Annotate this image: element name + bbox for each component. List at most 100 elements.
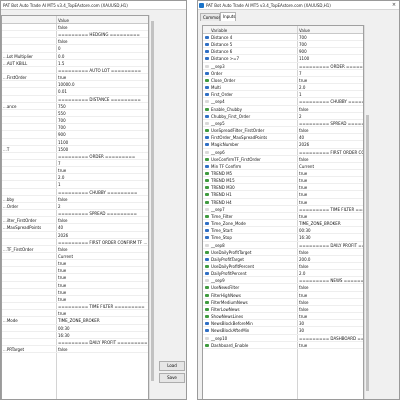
table-row[interactable]: UseDailyProfitPercent false [203, 263, 363, 271]
table-row[interactable]: ...T 1500 [2, 146, 148, 153]
table-row[interactable]: FilterMediumNews false [203, 299, 363, 306]
table-row[interactable]: __sep5 ========= SPREAD ========= [203, 120, 363, 128]
value-cell[interactable]: ========= TIME FILTER ========= [58, 304, 145, 309]
table-row[interactable]: Current [2, 253, 148, 261]
value-cell[interactable]: 1.5 [58, 61, 64, 66]
table-row[interactable]: Distance 5 700 [203, 41, 363, 49]
value-cell[interactable]: 900 [58, 132, 66, 137]
table-row[interactable]: 00:30 [2, 325, 148, 332]
value-cell[interactable]: ========= HEDGING ========= [58, 32, 140, 37]
value-cell[interactable]: 1500 [58, 147, 68, 152]
value-cell[interactable]: ========= AUTO LOT ========= [58, 68, 141, 73]
value-cell[interactable]: ========= ORDER ========= [58, 154, 135, 159]
value-cell[interactable]: ========= SPREAD ========= [58, 211, 137, 216]
right-title-bar[interactable]: PAT Bot Auto Trade AI MT5 v3.4_TopEAstor… [198, 1, 399, 10]
value-cell[interactable]: false [58, 197, 68, 202]
value-cell[interactable]: ========= CHUBBY ========= [299, 99, 363, 104]
value-cell[interactable]: true [299, 343, 307, 348]
table-row[interactable]: __sep3 ========= ORDER ========= [203, 63, 363, 70]
table-row[interactable]: ========= TIME FILTER ========= [2, 303, 148, 311]
table-row[interactable]: 700 [2, 124, 148, 132]
table-row[interactable]: ...Order 2 [2, 203, 148, 211]
value-cell[interactable]: true [299, 171, 307, 176]
value-cell[interactable]: true [299, 192, 307, 197]
table-row[interactable]: Dashboard_Enable true [203, 342, 363, 349]
value-cell[interactable]: false [299, 264, 309, 269]
table-row[interactable]: UseSpreadFilter_FirstOrder false [203, 127, 363, 135]
table-row[interactable]: UseConfirmTF_FirstOrder false [203, 156, 363, 163]
table-row[interactable]: FilterHighNews true [203, 292, 363, 299]
table-row[interactable]: false [2, 24, 148, 32]
table-row[interactable]: ...AUT KBILL 1.5 [2, 60, 148, 67]
table-row[interactable]: 1100 [2, 139, 148, 146]
value-cell[interactable]: ========= DISTANCE ========= [58, 97, 141, 102]
value-cell[interactable]: ========= NEWS ========= [299, 278, 363, 283]
value-cell[interactable]: false [299, 107, 309, 112]
table-row[interactable]: true [2, 289, 148, 296]
value-cell[interactable]: ========= FIRST ORDER CONFIRM TF ... [299, 150, 363, 155]
load-button[interactable]: Load [159, 361, 185, 371]
value-cell[interactable]: 200.0 [299, 257, 310, 262]
table-row[interactable]: Time_Start 00:30 [203, 227, 363, 235]
table-row[interactable]: Time_Stop 16:30 [203, 234, 363, 242]
value-cell[interactable]: 900 [299, 49, 307, 54]
value-cell[interactable]: Current [299, 164, 314, 169]
value-cell[interactable]: false [58, 347, 68, 352]
table-row[interactable]: TREND M30 true [203, 184, 363, 192]
value-cell[interactable]: true [58, 283, 66, 288]
table-row[interactable]: 2.0 [2, 174, 148, 182]
value-cell[interactable]: false [299, 307, 309, 312]
table-row[interactable]: 1 [2, 181, 148, 189]
value-cell[interactable]: 00:30 [299, 228, 311, 233]
value-cell[interactable]: ========= ORDER ========= [299, 64, 363, 69]
table-row[interactable]: 2026 [2, 232, 148, 239]
value-cell[interactable]: 16:30 [58, 333, 70, 338]
value-cell[interactable]: true [299, 78, 307, 83]
variable-column-header[interactable]: Variable [211, 28, 227, 33]
value-cell[interactable]: ========= SPREAD ========= [299, 121, 363, 126]
left-scrollbar[interactable] [149, 15, 155, 399]
table-row[interactable]: Enable_Chubby false [203, 106, 363, 113]
value-cell[interactable]: 40 [299, 135, 304, 140]
table-row[interactable]: __sep8 ========= DAILY PROFIT ========= [203, 242, 363, 249]
value-cell[interactable]: false [299, 250, 309, 255]
value-cell[interactable]: 7 [299, 71, 302, 76]
value-cell[interactable]: 750 [58, 104, 66, 109]
table-row[interactable]: 700 [2, 117, 148, 125]
left-title-bar[interactable]: PAT Bot Auto Trade AI MT5 v3.4_TopEAstor… [1, 1, 186, 10]
value-cell[interactable]: ========= TIME FILTER ========= [299, 207, 363, 212]
value-cell[interactable]: 2 [58, 204, 61, 209]
value-column-header[interactable]: Value [299, 28, 310, 33]
value-cell[interactable]: 2.0 [299, 271, 305, 276]
value-cell[interactable]: true [299, 314, 307, 319]
table-row[interactable]: ...PRTarget false [2, 346, 148, 354]
value-cell[interactable]: 0.01 [58, 89, 67, 94]
table-row[interactable]: 0 [2, 45, 148, 53]
table-row[interactable]: TREND M15 true [203, 177, 363, 185]
table-row[interactable]: ========= CHUBBY ========= [2, 189, 148, 196]
value-cell[interactable]: false [58, 39, 68, 44]
value-cell[interactable]: true [299, 200, 307, 205]
table-row[interactable]: ...FirstOrder true [2, 74, 148, 82]
value-cell[interactable]: 2 [299, 114, 302, 119]
table-row[interactable]: FilterLowNews false [203, 306, 363, 314]
tab-inputs[interactable]: Inputs [220, 12, 236, 21]
table-row[interactable]: ========= DAILY PROFIT ========= [2, 339, 148, 347]
value-cell[interactable]: false [299, 300, 309, 305]
value-cell[interactable]: 550 [58, 111, 66, 116]
table-row[interactable]: true [2, 282, 148, 289]
table-row[interactable]: ========= HEDGING ========= [2, 31, 148, 39]
value-cell[interactable]: true [299, 185, 307, 190]
value-cell[interactable]: false [299, 128, 309, 133]
table-row[interactable]: UseNewsFilter false [203, 284, 363, 292]
value-cell[interactable]: 700 [58, 125, 66, 130]
close-icon[interactable]: × [391, 2, 397, 8]
table-row[interactable]: TREND H4 true [203, 199, 363, 206]
right-scrollbar-thumb[interactable] [366, 115, 369, 391]
right-column-separator[interactable] [297, 26, 298, 33]
table-row[interactable]: false [2, 38, 148, 46]
value-cell[interactable]: 10000.0 [58, 82, 75, 87]
left-scrollbar-thumb[interactable] [151, 21, 154, 381]
value-cell[interactable]: true [58, 290, 66, 295]
value-cell[interactable]: ========= DAILY PROFIT ========= [58, 340, 147, 345]
